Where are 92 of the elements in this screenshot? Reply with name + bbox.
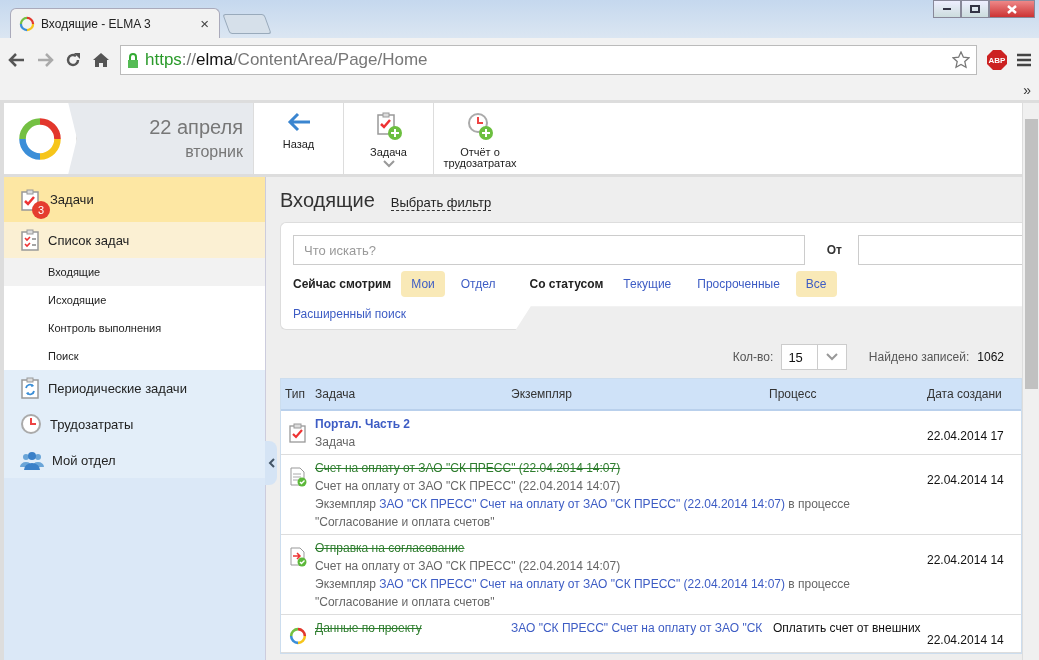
filter-option[interactable]: Мои	[401, 271, 445, 297]
menu-icon	[1017, 53, 1031, 67]
back-arrow-icon	[8, 51, 26, 69]
tab-close-button[interactable]: ×	[198, 15, 211, 32]
filter-label: Со статусом	[529, 277, 604, 291]
close-button[interactable]	[989, 0, 1035, 18]
minimize-icon	[943, 8, 951, 10]
task-title[interactable]: Портал. Часть 2	[315, 415, 410, 433]
document-send-icon	[289, 547, 307, 567]
scrollbar[interactable]	[1022, 103, 1039, 660]
maximize-icon	[970, 5, 980, 13]
column-header[interactable]: Процесс	[769, 387, 927, 401]
maximize-button[interactable]	[961, 0, 989, 18]
collapse-handle[interactable]	[265, 441, 277, 485]
task-subtitle: Задача	[315, 434, 356, 451]
home-button[interactable]	[92, 51, 110, 69]
filter-link[interactable]: Выбрать фильтр	[390, 195, 492, 211]
advanced-search-link[interactable]: Расширенный поиск	[293, 307, 406, 321]
date-cell-text: 22.04.2014 14	[927, 632, 1005, 649]
task-title[interactable]: Счет на оплату от ЗАО "СК ПРЕСС" (22.04.2014 14:07)	[315, 459, 621, 477]
task-title[interactable]: Данные по проекту	[315, 619, 422, 637]
sidebar-subitem[interactable]: Контроль выполнения	[4, 314, 265, 342]
chevron-left-icon	[267, 458, 275, 468]
weekday-text: вторник	[185, 143, 243, 161]
date-cell-text: 22.04.2014 14	[927, 552, 1005, 569]
minimize-button[interactable]	[933, 0, 961, 18]
lock-icon	[127, 52, 139, 68]
instance-link[interactable]: ЗАО "СК ПРЕСС" Счет на оплату от ЗАО "СК ПРЕСС" (22.04.2014 14:07)	[379, 497, 785, 511]
from-date-field[interactable]	[858, 235, 1022, 265]
bookmarks-more[interactable]: »	[1023, 82, 1031, 100]
menu-button[interactable]	[1017, 53, 1031, 67]
filter-option[interactable]: Все	[795, 271, 837, 297]
star-icon	[952, 51, 970, 69]
sidebar-subitem[interactable]: Входящие	[4, 258, 265, 286]
date-text: 22 апреля	[149, 116, 243, 139]
task-title[interactable]: Отправка на согласование	[315, 539, 465, 557]
found-label: Найдено записей:	[868, 350, 970, 364]
column-header[interactable]: Тип	[281, 387, 315, 401]
page-title: Входящие	[280, 189, 375, 212]
clipboard-check-icon	[289, 423, 307, 443]
reload-button[interactable]	[64, 51, 82, 69]
instance-link[interactable]: ЗАО "СК ПРЕСС" Счет на оплату от ЗАО "СК ПРЕСС" (22.04.2014 14:07)	[379, 577, 785, 591]
instance-note: Экземпляр ЗАО "СК ПРЕСС" Счет на оплату от ЗАО "СК ПРЕСС" (22.04.2014 14:07) в процессе "Согласование и оплата счетов"	[315, 576, 851, 611]
document-check-icon	[289, 467, 307, 487]
sidebar-subitem[interactable]: Поиск	[4, 342, 265, 370]
new-task-icon	[374, 111, 403, 141]
logo-icon	[19, 15, 35, 32]
sidebar-item[interactable]: Трудозатраты	[4, 406, 265, 442]
column-header[interactable]: Экземпляр	[511, 387, 769, 401]
module-item[interactable]: Задачи 3	[4, 177, 265, 222]
logo-icon	[17, 115, 63, 162]
date-cell-text: 22.04.2014 17	[927, 428, 1005, 445]
clipboard-check-icon	[20, 188, 40, 211]
found-count: 1062	[977, 350, 1004, 364]
column-header[interactable]: Задача	[315, 387, 511, 401]
instance-link[interactable]: ЗАО "СК ПРЕСС" Счет на оплату от ЗАО "СК	[511, 619, 769, 637]
close-icon	[1007, 4, 1017, 14]
filter-option[interactable]: Просроченные	[687, 271, 790, 297]
recurring-task-icon	[20, 377, 40, 399]
checklist-icon	[20, 229, 40, 251]
time-report-icon	[466, 111, 494, 141]
back-button[interactable]	[8, 51, 26, 69]
from-label: От	[826, 243, 842, 257]
clock-icon	[20, 413, 42, 435]
team-icon	[20, 450, 44, 470]
filter-label: Сейчас смотрим	[293, 277, 392, 291]
home-icon	[92, 51, 110, 69]
sidebar-item[interactable]: Список задач	[4, 222, 265, 258]
filter-option[interactable]: Текущие	[613, 271, 682, 297]
instance-note: Экземпляр ЗАО "СК ПРЕСС" Счет на оплату от ЗАО "СК ПРЕСС" (22.04.2014 14:07) в процессе "Согласование и оплата счетов"	[315, 496, 851, 531]
process-cell-text: Оплатить счет от внешних	[772, 620, 922, 637]
address-field[interactable]: https://elma/ContentArea/Page/Home	[120, 45, 977, 75]
task-subtitle: Счет на оплату от ЗАО "СК ПРЕСС" (22.04.2014 14:07)	[315, 478, 621, 495]
search-field[interactable]: Что искать?	[293, 235, 805, 265]
filter-option[interactable]: Отдел	[450, 271, 506, 297]
logo-icon	[289, 627, 307, 645]
sidebar-subitem[interactable]: Исходящие	[4, 286, 265, 314]
forward-arrow-icon	[36, 51, 54, 69]
reload-icon	[64, 51, 82, 69]
back-arrow-icon	[285, 111, 312, 133]
adblock-button[interactable]: ABP	[987, 50, 1007, 70]
date-cell-text: 22.04.2014 14	[927, 472, 1005, 489]
task-subtitle: Счет на оплату от ЗАО "СК ПРЕСС" (22.04.2014 14:07)	[315, 558, 621, 575]
count-badge: 3	[32, 201, 50, 219]
browser-tab[interactable]: Входящие - ELMA 3 ×	[10, 8, 220, 38]
sidebar-item[interactable]: Периодические задачи	[4, 370, 265, 406]
count-select[interactable]: 15	[781, 344, 847, 370]
tab-title: Входящие - ELMA 3	[41, 16, 152, 31]
column-header[interactable]: Дата создани	[927, 387, 1021, 401]
sidebar-item[interactable]: Мой отдел	[4, 442, 265, 478]
url-text: https://elma/ContentArea/Page/Home	[145, 50, 429, 70]
count-label: Кол-во:	[732, 350, 774, 364]
